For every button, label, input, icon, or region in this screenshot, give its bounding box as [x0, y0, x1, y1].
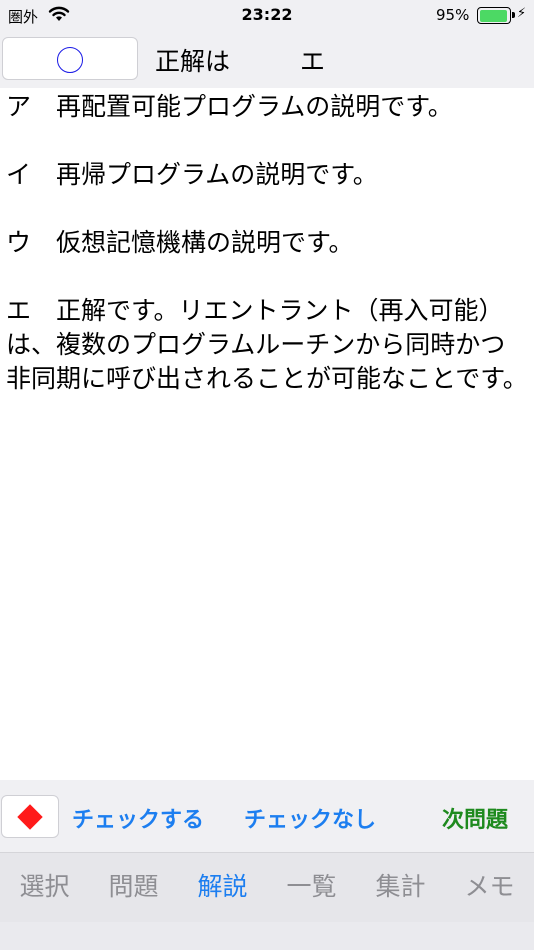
battery-nub [512, 12, 515, 18]
tab-explanation[interactable]: 解説 [178, 853, 267, 922]
bottom-strip [0, 922, 534, 950]
answer-mark-box [2, 37, 138, 80]
option-i: イ 再帰プログラムの説明です。 [6, 160, 378, 189]
tab-list[interactable]: 一覧 [267, 853, 356, 922]
charging-bolt-icon: ⚡ [517, 6, 527, 21]
tab-select[interactable]: 選択 [0, 853, 89, 922]
next-question-button[interactable]: 次問題 [442, 802, 508, 834]
uncheck-button[interactable]: チェックなし [244, 802, 376, 834]
option-u: ウ 仮想記憶機構の説明です。 [6, 228, 354, 257]
tab-summary[interactable]: 集計 [356, 853, 445, 922]
circle-icon [57, 47, 83, 73]
answer-label: 正解は [155, 47, 231, 76]
answer-value: エ [300, 47, 326, 76]
option-a: ア 再配置可能プログラムの説明です。 [6, 92, 453, 121]
status-bar: 圏外 23:22 95% ⚡ [0, 0, 534, 30]
check-mark-box [1, 795, 59, 838]
answer-header: 正解は エ [0, 30, 534, 88]
tab-bar: 選択 問題 解説 一覧 集計 メモ [0, 852, 534, 922]
option-e: エ 正解です。リエントラント（再入可能）は、複数のプログラムルーチンから同時かつ… [6, 296, 528, 393]
check-button[interactable]: チェックする [72, 802, 204, 834]
red-diamond-icon [17, 804, 43, 830]
check-toolbar: チェックする チェックなし 次問題 [0, 780, 534, 852]
explanation-text: ア 再配置可能プログラムの説明です。イ 再帰プログラムの説明です。ウ 仮想記憶機… [6, 90, 530, 396]
battery-percent: 95% [436, 6, 470, 24]
battery-icon [477, 7, 511, 24]
tab-memo[interactable]: メモ [445, 853, 534, 922]
tab-question[interactable]: 問題 [89, 853, 178, 922]
